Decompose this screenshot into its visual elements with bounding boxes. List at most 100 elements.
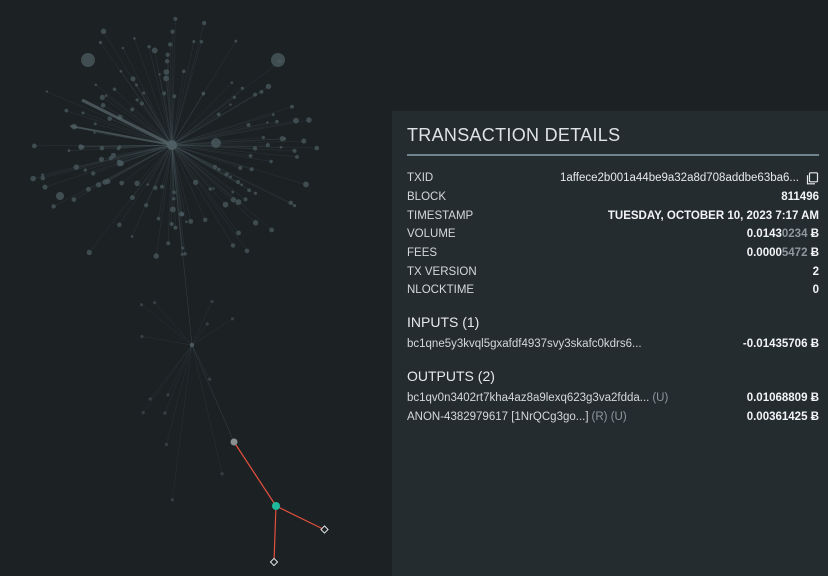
- graph-node: [230, 81, 234, 85]
- graph-node: [119, 69, 123, 73]
- graph-node-input[interactable]: [230, 438, 238, 446]
- graph-node: [201, 91, 206, 96]
- graph-node: [169, 206, 176, 213]
- graph-node: [248, 154, 253, 158]
- volume-value: 0.0143 0234 Ƀ: [746, 228, 819, 241]
- graph-node: [51, 204, 56, 209]
- graph-node: [78, 144, 83, 149]
- graph-node: [271, 113, 275, 116]
- graph-node: [134, 180, 140, 187]
- graph-node: [292, 203, 297, 208]
- copy-icon[interactable]: [806, 172, 819, 185]
- graph-node: [292, 148, 297, 153]
- graph-edge: [150, 344, 193, 400]
- graph-node: [94, 83, 98, 87]
- graph-node: [71, 197, 77, 202]
- graph-node: [208, 377, 212, 381]
- graph-node: [153, 253, 159, 259]
- detail-label: TXID: [407, 172, 434, 185]
- input-row[interactable]: bc1qne5y3kvql5gxafdf4937svy3skafc0kdrs6.…: [407, 335, 819, 354]
- graph-edge: [141, 336, 193, 346]
- graph-node: [249, 167, 254, 172]
- graph-node: [158, 73, 161, 76]
- graph-node: [130, 235, 134, 238]
- graph-edge: [164, 344, 193, 414]
- graph-node: [229, 103, 232, 106]
- outputs-heading: OUTPUTS (2): [407, 367, 495, 384]
- graph-node: [269, 159, 273, 164]
- graph-node: [129, 195, 135, 201]
- graph-node: [181, 69, 186, 74]
- graph-node-output[interactable]: [269, 557, 279, 567]
- graph-node: [64, 108, 69, 113]
- output-amount: 0.00361425 Ƀ: [746, 411, 819, 424]
- graph-node: [91, 171, 96, 176]
- graph-node: [293, 117, 299, 124]
- graph-node: [133, 37, 136, 40]
- graph-node: [192, 40, 196, 44]
- detail-label: NLOCKTIME: [407, 284, 475, 297]
- graph-node: [146, 183, 150, 186]
- graph-node: [156, 216, 161, 221]
- graph-edge: [273, 505, 277, 563]
- graph-node: [189, 342, 195, 348]
- active-path: [230, 438, 329, 567]
- graph-node-transaction[interactable]: [272, 502, 280, 510]
- graph-node: [170, 498, 174, 502]
- graph-node: [141, 411, 145, 415]
- graph-node: [212, 187, 215, 190]
- graph-node: [252, 220, 259, 226]
- graph-node: [211, 138, 221, 148]
- transaction-details-panel: TRANSACTION DETAILS TXID 1affece2b001a44…: [392, 111, 828, 576]
- graph-node: [81, 53, 95, 67]
- txid-value[interactable]: 1affece2b001a44be9a32a8d708addbe63ba6...: [560, 172, 799, 184]
- bitcoin-unit: Ƀ: [810, 411, 819, 424]
- graph-node: [130, 107, 135, 112]
- detail-label: TX VERSION: [407, 265, 477, 278]
- graph-node: [201, 20, 207, 26]
- bitcoin-unit: Ƀ: [810, 338, 819, 351]
- graph-node-output[interactable]: [320, 525, 329, 534]
- output-address[interactable]: bc1qv0n3402rt7kha4az8a9lexq623g3va2fdda.…: [407, 392, 668, 404]
- graph-node: [41, 173, 44, 177]
- graph-node: [203, 217, 208, 222]
- graph-node: [167, 42, 173, 47]
- graph-edge: [166, 344, 193, 445]
- input-address[interactable]: bc1qne5y3kvql5gxafdf4937svy3skafc0kdrs6.…: [407, 338, 642, 350]
- output-address[interactable]: ANON-4382979617 [1NrQCg3go...] (R) (U): [407, 411, 627, 423]
- output-row[interactable]: ANON-4382979617 [1NrQCg3go...] (R) (U) 0.…: [407, 408, 819, 427]
- detail-row-txid: TXID 1affece2b001a44be9a32a8d708addbe63b…: [407, 169, 819, 188]
- graph-node: [98, 40, 103, 45]
- graph-node: [188, 218, 194, 224]
- graph-node: [210, 299, 214, 304]
- bitcoin-unit: Ƀ: [810, 247, 819, 260]
- graph-node: [93, 122, 97, 126]
- graph-node: [107, 116, 112, 121]
- graph-node: [83, 168, 87, 172]
- title-divider: [407, 154, 819, 156]
- graph-node: [163, 411, 167, 415]
- graph-node: [112, 87, 117, 92]
- detail-row-volume: VOLUME 0.0143 0234 Ƀ: [407, 225, 819, 244]
- graph-edge: [191, 323, 208, 346]
- graph-edge: [233, 441, 277, 507]
- graph-node: [135, 98, 139, 102]
- graph-node: [230, 197, 237, 203]
- graph-node: [180, 212, 185, 217]
- graph-node: [243, 197, 248, 202]
- graph-node: [301, 138, 307, 144]
- graph-node-hub: [167, 140, 177, 150]
- graph-node: [117, 222, 122, 228]
- graph-node: [265, 143, 270, 148]
- graph-node: [283, 137, 287, 141]
- output-row[interactable]: bc1qv0n3402rt7kha4az8a9lexq623g3va2fdda.…: [407, 389, 819, 408]
- graph-edge: [191, 344, 210, 380]
- graph-node: [142, 91, 146, 95]
- graph-node: [166, 393, 170, 397]
- graph-node: [160, 184, 165, 189]
- graph-node: [269, 227, 275, 233]
- graph-edge: [191, 344, 223, 474]
- graph-node: [148, 397, 152, 401]
- graph-node: [275, 119, 279, 124]
- graph-node: [121, 46, 125, 50]
